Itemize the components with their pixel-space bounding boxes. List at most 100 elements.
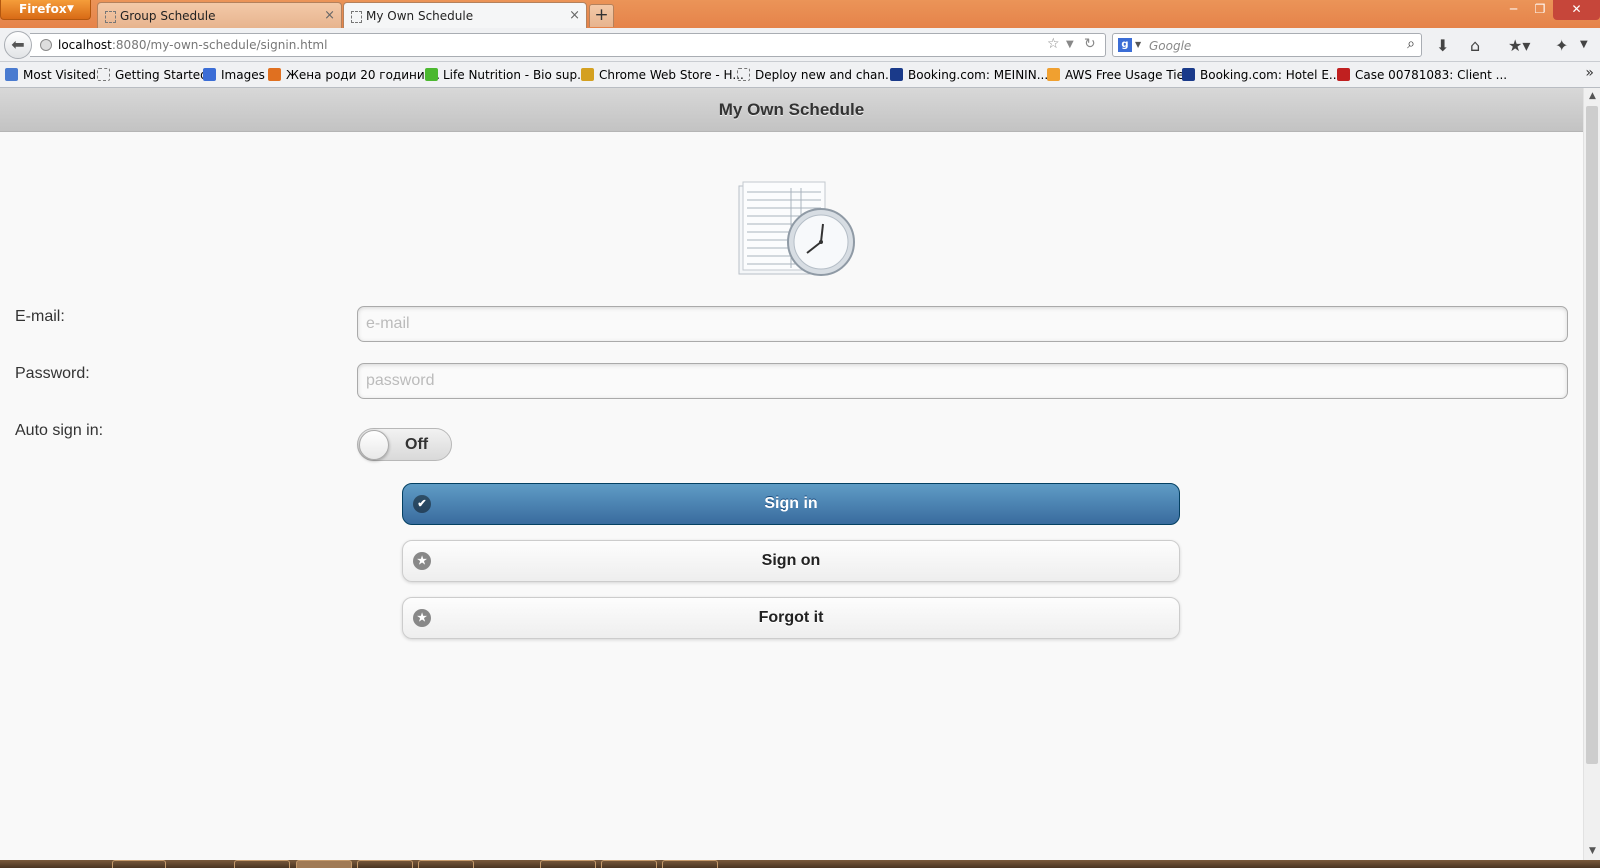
page-title: My Own Schedule (718, 100, 865, 119)
bookmarks-menu-icon[interactable]: ★▾ (1508, 36, 1530, 55)
chevron-down-icon: ▼ (1135, 40, 1142, 49)
auto-signin-label: Auto sign in: (15, 422, 104, 439)
google-icon (203, 68, 216, 81)
tab-group-schedule[interactable]: Group Schedule × (97, 2, 342, 28)
url-host: localhost (58, 38, 112, 52)
password-input[interactable] (357, 363, 1568, 399)
url-bar[interactable]: localhost:8080/my-own-schedule/signin.ht… (30, 33, 1106, 57)
sign-in-label: Sign in (764, 495, 818, 512)
globe-icon (40, 39, 52, 51)
bookmark-deploy[interactable]: Deploy new and chan... (737, 68, 896, 82)
warning-icon (268, 68, 281, 81)
bookmark-chrome-web-store[interactable]: Chrome Web Store - H... (581, 68, 744, 82)
toggle-state-label: Off (405, 436, 429, 453)
bookmark-label: Booking.com: Hotel E... (1200, 68, 1341, 82)
store-icon (581, 68, 594, 81)
close-window-button[interactable]: ✕ (1553, 0, 1600, 20)
bookmark-label: Deploy new and chan... (755, 68, 897, 82)
new-tab-button[interactable]: + (589, 4, 614, 27)
booking-icon (1182, 68, 1195, 81)
page-viewport: My Own Schedule E-mail: Password: Auto s… (0, 88, 1600, 860)
forgot-it-label: Forgot it (758, 609, 824, 626)
vertical-scrollbar[interactable]: ▲ ▼ (1583, 88, 1600, 860)
tab-my-own-schedule[interactable]: My Own Schedule × (343, 2, 587, 28)
page-icon (737, 68, 750, 81)
page-icon (97, 68, 110, 81)
url-path: :8080/my-own-schedule/signin.html (111, 38, 328, 52)
chevron-down-icon[interactable]: ▼ (1580, 39, 1588, 50)
scroll-down-icon[interactable]: ▼ (1584, 843, 1600, 860)
firefox-menu-button[interactable]: Firefox ▼ (0, 0, 91, 20)
scrollbar-thumb[interactable] (1586, 106, 1598, 764)
star-icon: ★ (413, 552, 431, 570)
bookmark-label: Images (221, 68, 265, 82)
restore-button[interactable]: ❐ (1527, 0, 1553, 20)
search-icon[interactable]: ⌕ (1407, 36, 1415, 52)
taskbar-item[interactable] (357, 860, 413, 868)
leaf-icon (425, 68, 438, 81)
bookmark-label: Booking.com: MEININ... (908, 68, 1049, 82)
close-icon[interactable]: × (569, 8, 580, 23)
taskbar-item[interactable] (540, 860, 596, 868)
bookmark-star-icon[interactable]: ☆ (1047, 36, 1060, 52)
close-icon[interactable]: × (324, 8, 335, 23)
bookmark-label: Case 00781083: Client ... (1355, 68, 1508, 82)
reload-icon[interactable]: ↻ (1084, 36, 1096, 52)
star-icon: ★ (413, 609, 431, 627)
bookmark-life-nutrition[interactable]: Life Nutrition - Bio sup... (425, 68, 589, 82)
taskbar-item[interactable] (601, 860, 657, 868)
taskbar-item[interactable] (112, 860, 166, 868)
page-icon (105, 11, 116, 23)
taskbar-item[interactable] (234, 860, 290, 868)
bookmark-label: Life Nutrition - Bio sup... (443, 68, 589, 82)
case-icon (1337, 68, 1350, 81)
minimize-button[interactable]: ─ (1500, 0, 1527, 20)
firefox-menu-label: Firefox (19, 2, 67, 16)
navigation-toolbar: localhost:8080/my-own-schedule/signin.ht… (0, 28, 1600, 62)
google-icon[interactable]: g (1118, 38, 1132, 52)
forgot-it-button[interactable]: ★ Forgot it (402, 597, 1180, 639)
os-taskbar (0, 860, 1600, 868)
history-dropdown-icon[interactable]: ▼ (1066, 39, 1074, 50)
bookmark-label: Most Visited (23, 68, 97, 82)
taskbar-item[interactable] (662, 860, 718, 868)
bookmark-booking-meinin[interactable]: Booking.com: MEININ... (890, 68, 1048, 82)
toggle-knob[interactable] (359, 430, 389, 460)
taskbar-item[interactable] (418, 860, 474, 868)
email-label: E-mail: (15, 308, 65, 325)
bookmark-case[interactable]: Case 00781083: Client ... (1337, 68, 1507, 82)
back-arrow-icon: ⬅ (11, 35, 25, 54)
bookmark-images[interactable]: Images (203, 68, 265, 82)
bookmark-booking-hotel[interactable]: Booking.com: Hotel E... (1182, 68, 1340, 82)
sign-on-label: Sign on (761, 552, 821, 569)
sign-on-button[interactable]: ★ Sign on (402, 540, 1180, 582)
back-button[interactable]: ⬅ (4, 31, 32, 59)
bookmark-aws[interactable]: AWS Free Usage Tier (1047, 68, 1189, 82)
chevron-down-icon: ▼ (67, 4, 74, 14)
url-text[interactable]: localhost:8080/my-own-schedule/signin.ht… (58, 38, 327, 52)
bookmark-getting-started[interactable]: Getting Started (97, 68, 208, 82)
more-bookmarks-icon[interactable]: » (1585, 65, 1594, 81)
bookmark-label: Жена роди 20 години ... (286, 68, 440, 82)
bookmark-label: Getting Started (115, 68, 208, 82)
tab-title: Group Schedule (120, 9, 216, 23)
addon-icon[interactable]: ✦ (1555, 36, 1568, 55)
scroll-up-icon[interactable]: ▲ (1584, 88, 1600, 105)
search-bar[interactable]: g ▼ Google ⌕ (1112, 33, 1422, 57)
bookmark-icon (5, 68, 18, 81)
bookmark-label: AWS Free Usage Tier (1065, 68, 1189, 82)
email-input[interactable] (357, 306, 1568, 342)
check-icon: ✔ (413, 495, 431, 513)
page-icon (351, 11, 362, 23)
bookmark-most-visited[interactable]: Most Visited (5, 68, 96, 82)
bookmark-zhena[interactable]: Жена роди 20 години ... (268, 68, 440, 82)
page-header: My Own Schedule (0, 88, 1583, 132)
sign-in-button[interactable]: ✔ Sign in (402, 483, 1180, 525)
download-icon[interactable]: ⬇ (1436, 36, 1449, 55)
home-icon[interactable]: ⌂ (1470, 36, 1480, 55)
auto-signin-toggle[interactable]: Off (357, 428, 452, 461)
taskbar-item[interactable] (296, 860, 352, 868)
bookmarks-toolbar: Most Visited Getting Started Images Жена… (0, 62, 1600, 88)
schedule-clock-icon (738, 181, 855, 276)
bookmark-label: Chrome Web Store - H... (599, 68, 744, 82)
